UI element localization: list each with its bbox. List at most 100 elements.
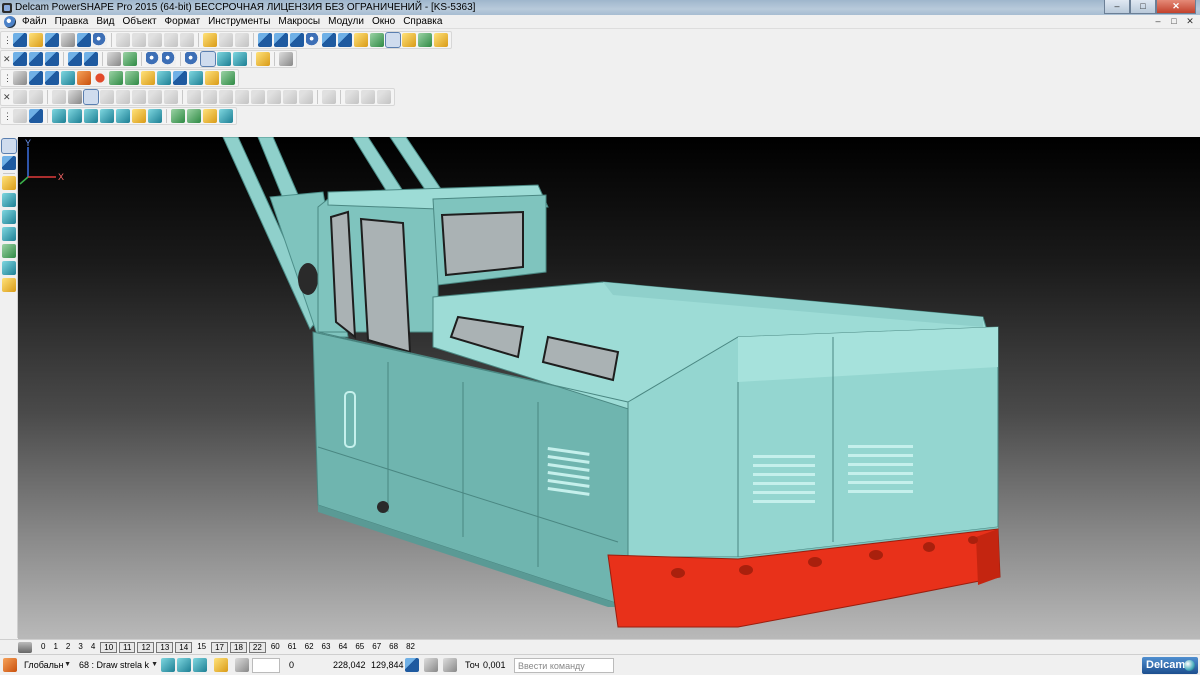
solid-history-icon[interactable] bbox=[203, 108, 217, 123]
select-surface-icon[interactable] bbox=[177, 658, 191, 672]
pipe-icon[interactable] bbox=[141, 70, 155, 85]
solid-cut-icon[interactable] bbox=[171, 108, 185, 123]
doc-close-button[interactable]: ✕ bbox=[1184, 16, 1196, 27]
blend-icon[interactable] bbox=[187, 89, 201, 104]
transform-icon[interactable] bbox=[13, 89, 27, 104]
level-button[interactable]: 3 bbox=[75, 642, 85, 653]
solid-cylinder-icon[interactable] bbox=[68, 108, 82, 123]
rotate-object-icon[interactable] bbox=[68, 89, 82, 104]
doc-minimize-button[interactable]: – bbox=[1152, 16, 1164, 27]
level-button[interactable]: 12 bbox=[137, 641, 155, 653]
rotate-icon[interactable] bbox=[107, 51, 121, 66]
menu-edit[interactable]: Правка bbox=[51, 16, 93, 27]
draft-icon[interactable] bbox=[345, 89, 359, 104]
toolbar-grip-3[interactable]: ⋮ bbox=[3, 109, 12, 123]
level-button[interactable]: 18 bbox=[230, 641, 247, 653]
model-render[interactable] bbox=[18, 137, 1200, 639]
component-icon[interactable] bbox=[205, 70, 219, 85]
wrap-icon[interactable] bbox=[132, 89, 146, 104]
maximize-button[interactable]: □ bbox=[1130, 0, 1156, 14]
level-button[interactable]: 63 bbox=[319, 642, 334, 653]
surface-icon[interactable] bbox=[370, 32, 384, 47]
grid-icon[interactable] bbox=[235, 658, 249, 672]
morph-icon[interactable] bbox=[148, 89, 162, 104]
redo-all-icon[interactable] bbox=[235, 32, 249, 47]
calculator-icon[interactable] bbox=[424, 658, 438, 672]
snap-icon[interactable] bbox=[214, 658, 228, 672]
level-button[interactable]: 22 bbox=[248, 641, 266, 653]
assembly-icon[interactable] bbox=[402, 32, 416, 47]
shaded-icon[interactable] bbox=[200, 50, 216, 67]
fillet-icon[interactable] bbox=[157, 70, 171, 85]
new-file-icon[interactable] bbox=[13, 32, 27, 47]
level-button[interactable]: 0 bbox=[38, 642, 48, 653]
toolbar-close-icon-2[interactable]: ✕ bbox=[3, 90, 11, 104]
generic-edit-icon[interactable] bbox=[13, 108, 27, 123]
solid-union-icon[interactable] bbox=[187, 108, 201, 123]
feature-icon[interactable] bbox=[434, 32, 448, 47]
menu-help[interactable]: Справка bbox=[399, 16, 446, 27]
block-icon[interactable] bbox=[61, 70, 75, 85]
copy-icon[interactable] bbox=[132, 32, 146, 47]
level-button[interactable]: 67 bbox=[369, 642, 384, 653]
chamfer-icon[interactable] bbox=[173, 70, 187, 85]
level-button[interactable]: 64 bbox=[335, 642, 350, 653]
dimension-icon[interactable] bbox=[354, 32, 368, 47]
curve-icon[interactable] bbox=[322, 32, 336, 47]
revolution-icon[interactable] bbox=[125, 70, 139, 85]
menu-window[interactable]: Окно bbox=[368, 16, 399, 27]
menu-file[interactable]: Файл bbox=[18, 16, 51, 27]
smoothness-icon[interactable] bbox=[377, 89, 391, 104]
toolbar-grip[interactable]: ⋮ bbox=[3, 33, 12, 47]
left-dimension-icon[interactable] bbox=[2, 261, 16, 275]
level-button[interactable]: 17 bbox=[211, 641, 229, 653]
level-button[interactable]: 4 bbox=[88, 642, 98, 653]
view-iso2-icon[interactable] bbox=[84, 51, 98, 66]
level-button[interactable]: 14 bbox=[175, 641, 193, 653]
level-button[interactable]: 65 bbox=[352, 642, 367, 653]
level-button[interactable]: 1 bbox=[50, 642, 60, 653]
menu-object[interactable]: Объект bbox=[118, 16, 160, 27]
level-button[interactable]: 60 bbox=[268, 642, 283, 653]
left-surface-icon[interactable] bbox=[2, 210, 16, 224]
active-level-dropdown[interactable]: 68 : Draw strela k bbox=[76, 658, 160, 673]
levels-icon[interactable] bbox=[18, 641, 32, 653]
zoom-out-icon[interactable] bbox=[162, 51, 176, 66]
point-icon[interactable] bbox=[13, 70, 27, 85]
graphics-viewport[interactable]: Y X bbox=[18, 137, 1200, 639]
mesh-icon[interactable] bbox=[418, 32, 432, 47]
solid-drive-icon[interactable] bbox=[116, 108, 130, 123]
minimize-button[interactable]: – bbox=[1104, 0, 1130, 14]
doc-maximize-button[interactable]: □ bbox=[1168, 16, 1180, 27]
hand-icon[interactable] bbox=[279, 51, 293, 66]
extrusion-icon[interactable] bbox=[109, 70, 123, 85]
menu-macros[interactable]: Макросы bbox=[274, 16, 324, 27]
level-button[interactable]: 13 bbox=[156, 641, 174, 653]
electrode-icon[interactable] bbox=[221, 70, 235, 85]
level-button[interactable]: 15 bbox=[194, 642, 209, 653]
left-assembly-icon[interactable] bbox=[2, 278, 16, 292]
solid-icon[interactable] bbox=[385, 31, 401, 48]
print-icon[interactable] bbox=[77, 32, 91, 47]
cursor-icon[interactable] bbox=[405, 658, 419, 672]
project-icon[interactable] bbox=[116, 89, 130, 104]
paste-icon[interactable] bbox=[148, 32, 162, 47]
cut-icon[interactable] bbox=[116, 32, 130, 47]
axis-icon[interactable] bbox=[29, 108, 43, 123]
open-file-icon[interactable] bbox=[29, 32, 43, 47]
section-icon[interactable] bbox=[233, 51, 247, 66]
level-button[interactable]: 11 bbox=[119, 641, 136, 653]
patch-icon[interactable] bbox=[267, 89, 281, 104]
left-line-icon[interactable] bbox=[2, 176, 16, 190]
select-arrow-icon[interactable] bbox=[1, 138, 17, 154]
menu-view[interactable]: Вид bbox=[92, 16, 118, 27]
solid-split-icon[interactable] bbox=[219, 108, 233, 123]
select-tool-icon[interactable] bbox=[93, 32, 107, 47]
level-button[interactable]: 61 bbox=[285, 642, 300, 653]
level-button[interactable]: 82 bbox=[403, 642, 418, 653]
measure-icon[interactable] bbox=[258, 32, 272, 47]
solid-boss-icon[interactable] bbox=[148, 108, 162, 123]
zoom-icon[interactable] bbox=[123, 51, 137, 66]
curvature-icon[interactable] bbox=[361, 89, 375, 104]
toolbar-close-icon[interactable]: ✕ bbox=[3, 52, 11, 66]
